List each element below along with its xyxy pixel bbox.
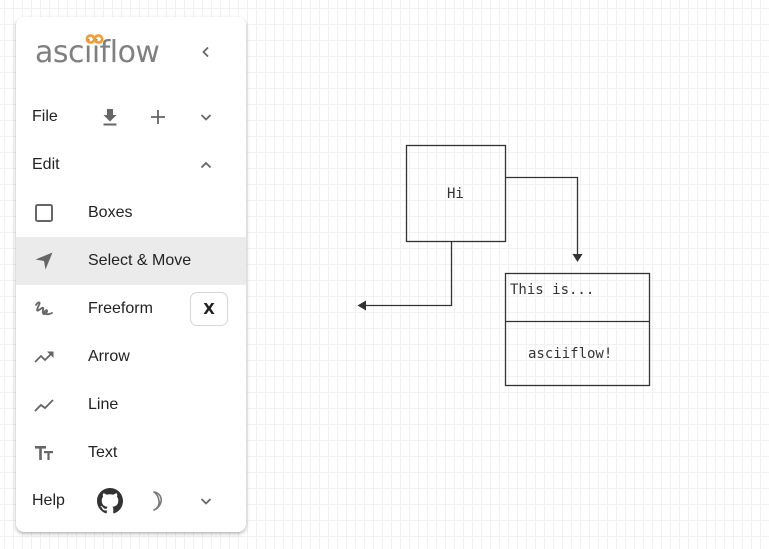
- github-button[interactable]: [96, 487, 124, 515]
- control-panel: asciiflow File Edit Boxes Select & Move …: [16, 17, 246, 532]
- file-expand-button[interactable]: [192, 103, 220, 131]
- chevron-down-icon: [200, 114, 212, 121]
- file-section-row[interactable]: File: [16, 93, 246, 141]
- arrow-connector-right[interactable]: [505, 176, 579, 255]
- tool-select-move-label: Select & Move: [88, 252, 192, 269]
- hi-box-text: Hi: [447, 186, 464, 202]
- tool-text[interactable]: Text: [16, 429, 246, 477]
- tool-boxes-label: Boxes: [88, 204, 133, 221]
- tool-freeform[interactable]: Freeform X: [16, 285, 246, 333]
- help-expand-button[interactable]: [192, 487, 220, 515]
- tool-arrow-label: Arrow: [88, 348, 130, 365]
- text-fields-icon: [33, 442, 55, 464]
- info-box-bottom-text: asciiflow!: [528, 346, 612, 362]
- collapse-panel-button[interactable]: [192, 38, 220, 66]
- chevron-left-icon: [202, 46, 209, 58]
- panel-header: asciiflow: [16, 17, 246, 83]
- tool-text-label: Text: [88, 444, 118, 461]
- info-box-top-text: This is...: [510, 282, 594, 298]
- trending-up-arrow-icon: [33, 346, 55, 368]
- svg-text:asciiflow: asciiflow: [35, 35, 159, 70]
- show-chart-line-icon: [33, 394, 55, 416]
- moon-icon: [153, 491, 163, 511]
- download-button[interactable]: [96, 103, 124, 131]
- chevron-up-icon: [200, 161, 212, 169]
- tool-line-label: Line: [88, 396, 119, 413]
- arrow-connector-left[interactable]: [364, 241, 453, 307]
- tool-freeform-label: Freeform: [88, 300, 153, 317]
- github-icon: [97, 488, 123, 514]
- freeform-shortcut-badge: X: [190, 292, 228, 326]
- dark-mode-button[interactable]: [144, 487, 172, 515]
- download-icon: [103, 109, 117, 126]
- asciiflow-logo: asciiflow: [35, 34, 160, 70]
- tool-boxes[interactable]: Boxes: [16, 189, 246, 237]
- tool-select-move[interactable]: Select & Move: [16, 237, 246, 285]
- tool-line[interactable]: Line: [16, 381, 246, 429]
- navigation-arrow-icon: [33, 250, 55, 272]
- square-outline-icon: [33, 202, 55, 224]
- edit-label: Edit: [32, 156, 60, 173]
- new-diagram-button[interactable]: [144, 103, 172, 131]
- edit-section-row[interactable]: Edit: [16, 141, 246, 189]
- tool-arrow[interactable]: Arrow: [16, 333, 246, 381]
- arrowhead-left: [357, 300, 366, 311]
- file-label: File: [32, 108, 58, 125]
- plus-icon: [151, 110, 165, 124]
- help-section-row[interactable]: Help: [16, 477, 246, 525]
- arrowhead-down: [572, 254, 583, 262]
- chevron-down-icon: [200, 498, 212, 505]
- edit-collapse-button[interactable]: [192, 151, 220, 179]
- help-label: Help: [32, 492, 65, 509]
- gesture-icon: [33, 298, 55, 320]
